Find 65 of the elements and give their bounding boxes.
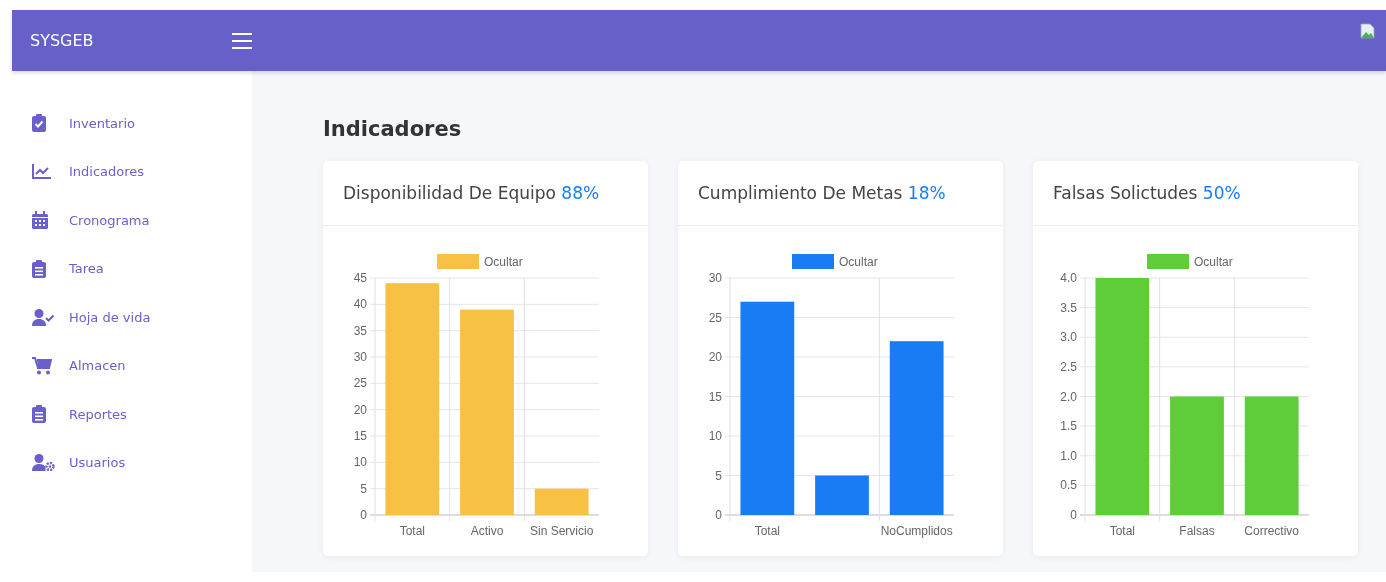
legend-item[interactable]: Ocultar bbox=[792, 254, 878, 269]
category-label: Total bbox=[754, 524, 780, 538]
sidebar-item[interactable]: Almacen bbox=[12, 341, 252, 390]
axis-tick-label: 0 bbox=[715, 508, 722, 522]
axis-tick-label: 1.5 bbox=[1060, 419, 1077, 434]
category-label: Total bbox=[1109, 524, 1135, 538]
axis-tick-label: 5 bbox=[715, 468, 722, 483]
category-label: Activo bbox=[470, 524, 504, 538]
legend-label: Ocultar bbox=[484, 255, 523, 269]
sidebar-item[interactable]: Tarea bbox=[12, 244, 252, 293]
sidebar-item[interactable]: Hoja de vida bbox=[12, 293, 252, 342]
axis-tick-label: 30 bbox=[708, 271, 722, 285]
card-title: Disponibilidad De Equipo 88% bbox=[343, 183, 600, 203]
category-label: Sin Servicio bbox=[530, 524, 594, 538]
category-label: Total bbox=[399, 524, 425, 538]
axis-tick-label: 20 bbox=[708, 350, 722, 364]
broken-image-icon bbox=[1360, 23, 1376, 39]
card-title: Cumplimiento De Metas 18% bbox=[698, 183, 946, 203]
card-title: Falsas Solictudes 50% bbox=[1053, 183, 1241, 203]
axis-tick-label: 2.0 bbox=[1060, 389, 1077, 404]
axis-tick-label: 5 bbox=[360, 481, 367, 496]
axis-tick-label: 1.0 bbox=[1060, 448, 1077, 463]
axis-tick-label: 2.5 bbox=[1060, 359, 1077, 374]
axis-tick-label: 30 bbox=[353, 350, 367, 364]
user-check-icon bbox=[32, 308, 54, 326]
category-label: Correctivo bbox=[1244, 524, 1299, 538]
cart-icon bbox=[32, 356, 52, 375]
axis-tick-label: 20 bbox=[353, 402, 367, 417]
axis-tick-label: 0 bbox=[360, 508, 367, 522]
axis-tick-label: 0.5 bbox=[1060, 478, 1077, 493]
legend-label: Ocultar bbox=[1194, 255, 1233, 269]
category-label: NoCumplidos bbox=[880, 524, 953, 538]
sidebar-item[interactable]: Inventario bbox=[12, 99, 252, 148]
axis-tick-label: 4.0 bbox=[1060, 271, 1077, 285]
clipboard-list-icon bbox=[32, 259, 46, 278]
sidebar-item[interactable]: Cronograma bbox=[12, 196, 252, 245]
legend-item[interactable]: Ocultar bbox=[437, 254, 523, 269]
category-label: Falsas bbox=[1179, 524, 1215, 538]
page-title: Indicadores bbox=[323, 117, 463, 141]
brand-name[interactable]: SYSGEB bbox=[30, 31, 94, 50]
menu-icon[interactable] bbox=[232, 32, 252, 49]
user-gear-icon bbox=[32, 454, 55, 472]
axis-tick-label: 3.0 bbox=[1060, 330, 1077, 345]
clipboard-check-icon bbox=[32, 114, 46, 133]
axis-tick-label: 15 bbox=[353, 429, 367, 443]
sidebar-item[interactable]: Usuarios bbox=[12, 438, 252, 487]
axis-tick-label: 45 bbox=[353, 271, 367, 285]
line-chart-icon bbox=[32, 164, 51, 180]
axis-tick-label: 35 bbox=[353, 323, 367, 338]
axis-tick-label: 3.5 bbox=[1060, 300, 1077, 315]
legend-item[interactable]: Ocultar bbox=[1147, 254, 1233, 269]
calendar-icon bbox=[32, 211, 48, 230]
sidebar-item[interactable]: Indicadores bbox=[12, 147, 252, 196]
axis-tick-label: 25 bbox=[353, 376, 367, 391]
sidebar-item[interactable]: Reportes bbox=[12, 390, 252, 439]
clipboard-list-icon bbox=[32, 405, 46, 424]
axis-tick-label: 15 bbox=[708, 389, 722, 404]
axis-tick-label: 25 bbox=[708, 310, 722, 325]
bar bbox=[534, 488, 589, 515]
legend-label: Ocultar bbox=[839, 255, 878, 269]
axis-tick-label: 0 bbox=[1070, 508, 1077, 522]
axis-tick-label: 40 bbox=[353, 297, 367, 312]
bar bbox=[815, 475, 869, 515]
axis-tick-label: 10 bbox=[353, 455, 367, 470]
axis-tick-label: 10 bbox=[708, 429, 722, 443]
